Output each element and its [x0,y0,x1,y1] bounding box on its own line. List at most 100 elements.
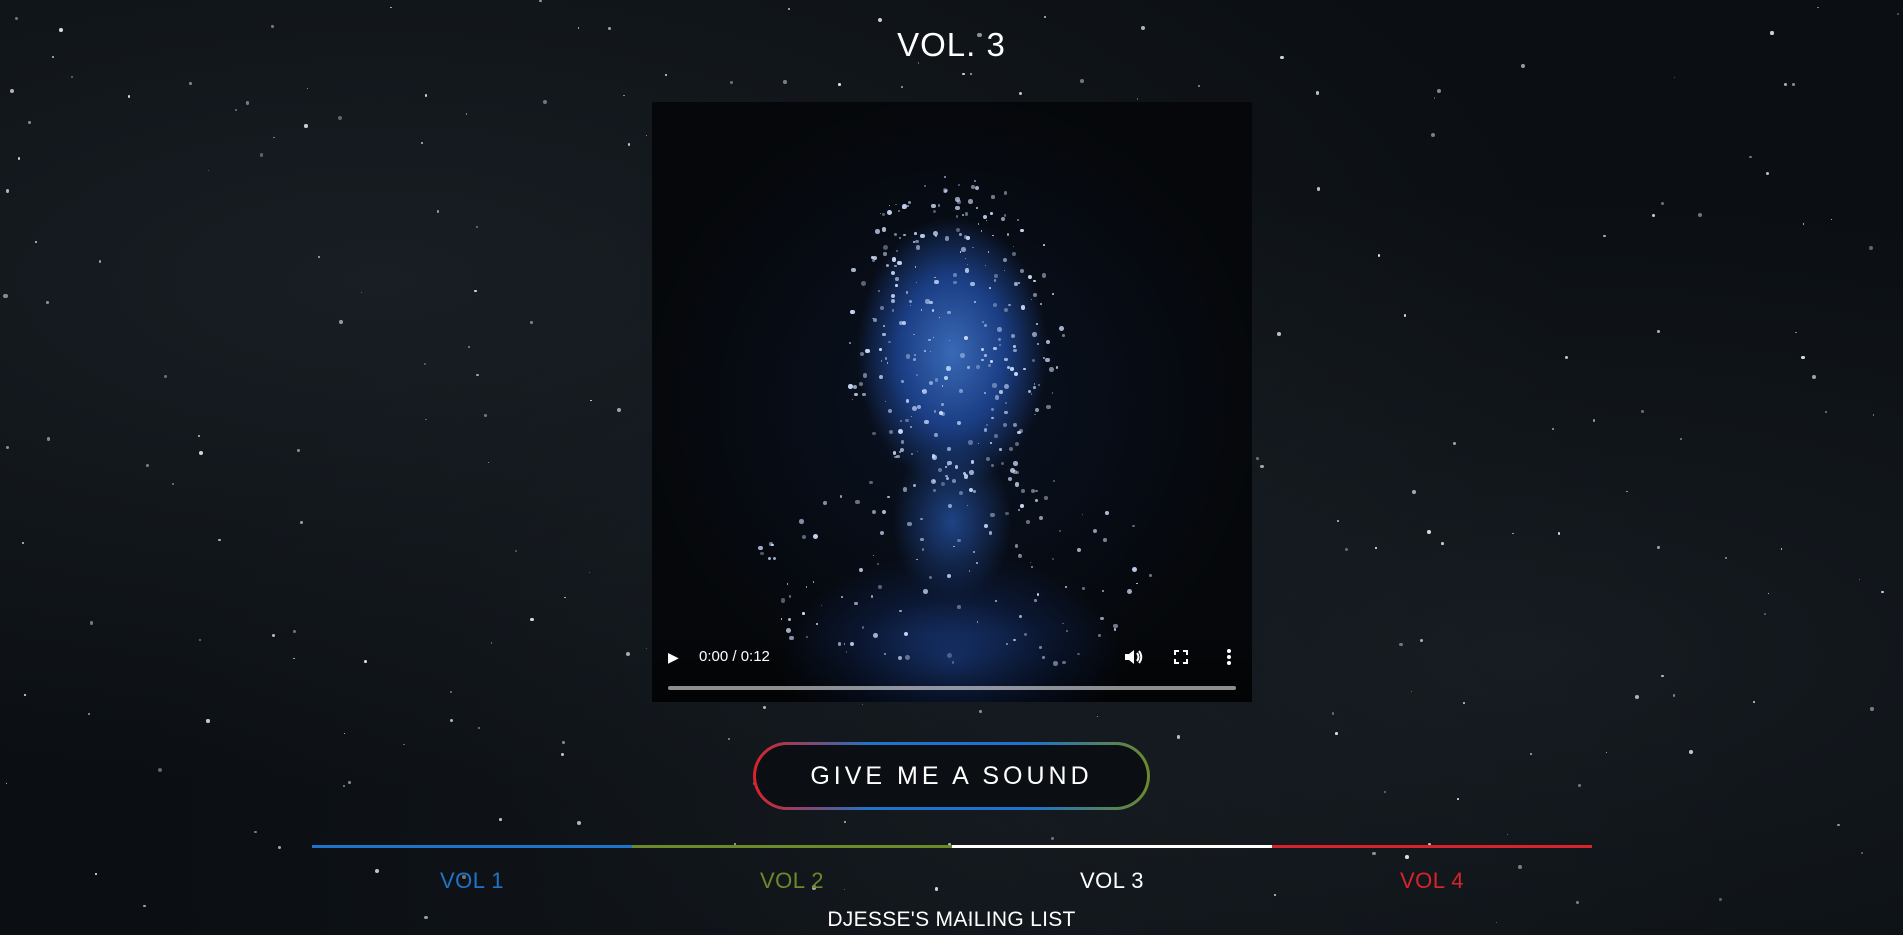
video-speck [1039,303,1042,305]
video-speck [957,420,962,425]
volume-icon[interactable] [1122,646,1144,668]
video-speck [941,385,944,387]
video-speck [1033,279,1036,283]
star-speck [476,225,479,228]
video-speck [881,510,886,515]
video-speck [759,551,764,556]
video-speck [982,320,984,323]
star-speck [728,738,730,740]
video-speck [940,482,945,487]
video-speck [1036,593,1040,597]
video-speck [1004,214,1007,217]
star-speck [1870,707,1875,711]
video-speck [780,618,782,620]
star-speck [24,694,26,696]
star-speck [1136,98,1139,100]
video-progress-bar[interactable] [668,686,1236,690]
video-speck [944,236,950,241]
video-speck [882,325,885,328]
video-speck [914,232,917,236]
video-speck [1044,496,1048,500]
video-speck [895,284,898,287]
video-speck [1016,219,1019,222]
star-speck [1384,791,1386,793]
video-speck [966,263,968,266]
video-speck [932,489,936,493]
video-speck [944,176,947,179]
video-speck [886,362,888,364]
video-speck [870,256,874,260]
star-speck [564,596,566,599]
video-player[interactable]: ▶ 0:00 / 0:12 [652,102,1252,702]
video-speck [1044,357,1050,363]
video-controls: ▶ 0:00 / 0:12 [652,632,1252,702]
star-speck [1602,234,1606,238]
give-me-a-sound-button[interactable]: GIVE ME A SOUND [753,742,1150,810]
video-speck [879,305,885,311]
star-speck [89,620,94,625]
star-speck [363,660,367,664]
video-speck [1049,367,1054,372]
star-speck [360,291,363,294]
video-speck [1081,513,1083,516]
star-speck [1419,638,1424,643]
video-speck [970,281,975,287]
tab-vol-2[interactable]: VOL 2 [632,845,952,893]
video-speck [812,534,818,540]
video-speck [1018,509,1020,511]
star-speck [1260,464,1264,469]
star-speck [1557,532,1561,535]
video-speck [902,487,907,492]
star-speck [259,153,264,157]
star-speck [5,189,9,193]
star-speck [576,821,581,826]
video-speck [1020,504,1024,508]
video-speck [991,408,995,412]
video-speck [895,203,897,206]
more-options-icon[interactable] [1218,646,1240,668]
video-speck [894,264,898,268]
video-speck [816,623,819,625]
star-speck [199,639,202,642]
video-speck [928,380,933,385]
video-speck [968,199,973,204]
star-speck [273,136,275,139]
video-speck [969,570,971,572]
play-icon[interactable]: ▶ [668,648,686,666]
star-speck [1564,355,1569,360]
star-speck [1605,751,1608,754]
video-speck [930,351,932,353]
tab-vol-4[interactable]: VOL 4 [1272,845,1592,893]
video-speck [920,233,925,238]
star-speck [763,705,767,709]
video-speck [885,263,890,267]
mailing-list-link[interactable]: DJESSE'S MAILING LIST [0,908,1903,932]
star-speck [1335,732,1338,735]
star-speck [542,100,547,105]
star-speck [1656,329,1661,334]
star-speck [143,904,146,908]
video-speck [931,454,936,458]
tab-vol-3[interactable]: VOL 3 [952,845,1272,893]
star-speck [436,210,440,213]
tab-vol-1[interactable]: VOL 1 [312,845,632,893]
video-speck [1016,471,1019,474]
video-speck [902,321,907,326]
video-speck [852,399,854,401]
video-speck [919,517,923,521]
video-speck [859,381,863,386]
star-speck [145,463,149,467]
video-speck [920,309,923,311]
star-speck [514,549,517,552]
video-speck [913,333,916,336]
video-speck [916,450,918,452]
video-speck [1058,530,1061,533]
video-speck [1051,557,1054,560]
video-speck [1126,588,1132,594]
star-speck [1657,546,1660,549]
star-speck [1463,701,1465,704]
fullscreen-icon[interactable] [1170,646,1192,668]
tab-underline [632,845,952,848]
star-speck [1403,314,1407,317]
video-speck [888,429,894,435]
